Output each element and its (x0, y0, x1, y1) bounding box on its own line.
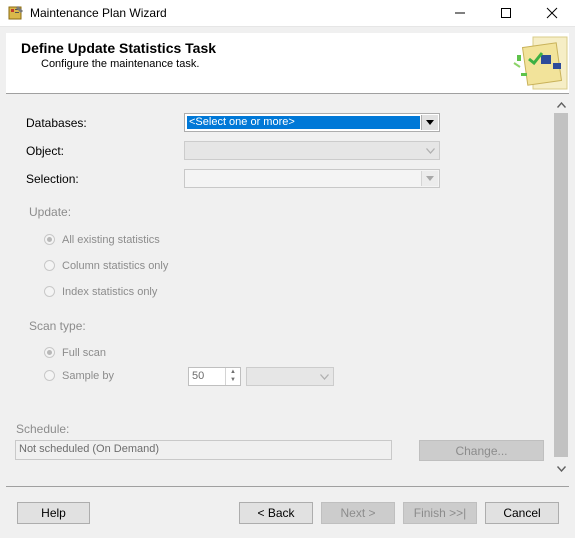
radio-index-statistics-only[interactable] (44, 286, 55, 297)
minimize-icon[interactable] (437, 0, 483, 26)
scan-type-label: Scan type: (29, 319, 86, 333)
schedule-label: Schedule: (16, 422, 70, 436)
sample-by-stepper[interactable]: 50 ▲ ▼ (188, 367, 241, 386)
databases-selected-value: <Select one or more> (187, 116, 420, 129)
selection-combo[interactable] (184, 169, 440, 188)
update-label: Update: (29, 205, 72, 219)
window-title: Maintenance Plan Wizard (30, 6, 167, 20)
change-schedule-button[interactable]: Change... (419, 440, 544, 461)
finish-button[interactable]: Finish >>| (403, 502, 477, 524)
scroll-thumb[interactable] (554, 113, 568, 457)
page-subtitle: Configure the maintenance task. (41, 58, 200, 70)
stepper-down-icon[interactable]: ▼ (226, 376, 240, 384)
chevron-down-icon (421, 171, 438, 186)
selection-label: Selection: (26, 172, 79, 186)
object-label: Object: (26, 144, 65, 158)
radio-label-full-scan: Full scan (62, 347, 107, 359)
radio-label-index-statistics-only: Index statistics only (62, 286, 158, 298)
chevron-down-icon[interactable] (421, 115, 438, 130)
radio-label-column-statistics-only: Column statistics only (62, 260, 169, 272)
stepper-up-icon[interactable]: ▲ (226, 368, 240, 376)
radio-column-statistics-only[interactable] (44, 260, 55, 271)
maximize-icon[interactable] (483, 0, 529, 26)
back-button[interactable]: < Back (239, 502, 313, 524)
wizard-header: Define Update Statistics Task Configure … (6, 33, 569, 94)
radio-label-all-existing-statistics: All existing statistics (62, 234, 160, 246)
close-icon[interactable] (529, 0, 575, 26)
task-graphic-icon (511, 33, 569, 93)
databases-label: Databases: (26, 116, 87, 130)
databases-combo[interactable]: <Select one or more> (184, 113, 440, 132)
footer-divider (6, 486, 569, 487)
cancel-button[interactable]: Cancel (485, 502, 559, 524)
schedule-field: Not scheduled (On Demand) (15, 440, 392, 460)
scroll-up-icon[interactable] (553, 97, 569, 113)
wizard-icon (8, 5, 24, 21)
radio-full-scan[interactable] (44, 347, 55, 358)
object-combo[interactable] (184, 141, 440, 160)
chevron-down-icon (422, 143, 438, 158)
next-button[interactable]: Next > (321, 502, 395, 524)
help-button[interactable]: Help (17, 502, 90, 524)
sample-unit-combo[interactable] (246, 367, 334, 386)
sample-by-value: 50 (192, 370, 205, 382)
scroll-down-icon[interactable] (553, 461, 569, 477)
radio-label-sample-by: Sample by (62, 370, 114, 382)
radio-all-existing-statistics[interactable] (44, 234, 55, 245)
radio-sample-by[interactable] (44, 370, 55, 381)
chevron-down-icon (316, 369, 332, 384)
vertical-scrollbar[interactable] (553, 97, 569, 477)
page-title: Define Update Statistics Task (21, 40, 217, 56)
